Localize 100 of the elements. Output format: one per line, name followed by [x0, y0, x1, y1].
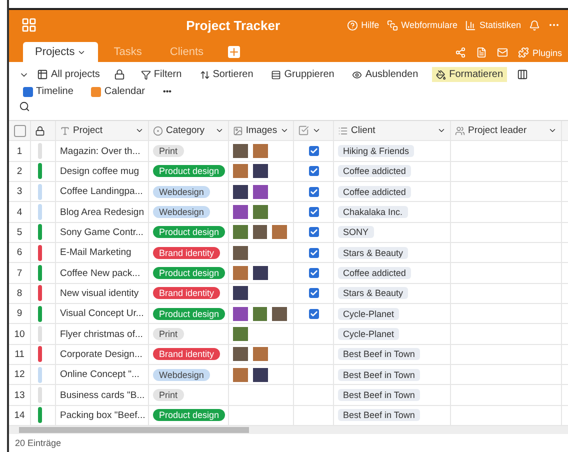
row-number: 12 [14, 369, 25, 380]
app-title: Project Tracker [185, 18, 282, 32]
lock-icon[interactable] [114, 69, 125, 80]
row-number: 11 [14, 348, 24, 360]
client-tag: Coffee addicted [338, 186, 411, 198]
circle-icon [153, 126, 163, 136]
checkbox[interactable] [308, 227, 318, 238]
client-tag: Stars & Beauty [338, 246, 408, 259]
photo-placeholder[interactable] [233, 286, 248, 300]
photo-placeholder[interactable] [233, 225, 248, 240]
columns-icon[interactable] [517, 69, 528, 80]
photo-placeholder[interactable] [233, 327, 248, 342]
toolbar-button[interactable]: Formatieren [432, 67, 508, 82]
project-name: Visual Concept Ur... [60, 308, 144, 320]
category-tag: Brand identity [153, 348, 220, 360]
sort-icon [200, 70, 210, 80]
table-tab[interactable]: Projects [23, 42, 98, 62]
photo-placeholder[interactable] [252, 306, 268, 321]
category-tag: Webdesign [153, 206, 210, 218]
table-icon [37, 69, 48, 80]
category-tag: Print [153, 389, 184, 402]
select-all-checkbox[interactable] [14, 124, 26, 137]
view-link[interactable]: Calendar [87, 84, 150, 99]
more-button[interactable]: ••• [159, 85, 176, 98]
client-tag: Best Beef in Town [338, 409, 420, 422]
puzzle-icon [518, 47, 530, 58]
photo-placeholder[interactable] [253, 184, 268, 199]
checkbox[interactable] [308, 248, 318, 258]
photo-placeholder[interactable] [253, 164, 268, 178]
row-number: 6 [16, 247, 22, 258]
users-icon [455, 126, 465, 136]
photo-placeholder[interactable] [233, 184, 248, 199]
photo-placeholder[interactable] [253, 266, 268, 280]
photo-placeholder[interactable] [233, 144, 248, 158]
mail-icon[interactable] [497, 47, 508, 58]
form-icon [387, 20, 398, 30]
project-name: New visual identity [60, 288, 139, 299]
client-tag: Coffee addicted [338, 267, 411, 280]
toolbar-button[interactable]: Gruppieren [267, 67, 338, 82]
toolbar-button[interactable]: Filtern [136, 67, 186, 82]
bar-chart-icon [465, 20, 476, 30]
category-tag: Brand identity [153, 287, 220, 300]
checkbox[interactable] [308, 166, 318, 176]
client-tag: Cycle-Planet [338, 328, 400, 340]
photo-placeholder[interactable] [253, 205, 268, 220]
client-tag: Stars & Beauty [338, 287, 408, 300]
photo-placeholder[interactable] [272, 306, 288, 321]
photo-placeholder[interactable] [233, 205, 248, 220]
add-tab-icon[interactable] [228, 46, 240, 58]
checkbox-column-icon[interactable] [298, 125, 309, 136]
record-count: 20 Einträge [14, 436, 62, 450]
checkbox[interactable] [308, 308, 318, 319]
row-number: 1 [16, 146, 22, 157]
project-name: Sony Game Contr... [60, 226, 144, 238]
share-icon[interactable] [455, 47, 466, 58]
project-name: Corporate Design... [60, 348, 142, 360]
image-icon [233, 126, 243, 136]
column-header[interactable]: Project [73, 125, 103, 136]
document-icon[interactable] [476, 47, 488, 58]
column-header[interactable]: Images [246, 125, 278, 136]
photo-placeholder[interactable] [233, 306, 248, 321]
apps-grid-icon[interactable] [21, 17, 37, 33]
column-header[interactable]: Project leader [468, 125, 527, 136]
category-tag: Product design [153, 267, 226, 280]
category-tag: Webdesign [153, 368, 210, 381]
project-name: Packing box "Beef... [60, 410, 146, 421]
photo-placeholder[interactable] [253, 368, 268, 382]
project-name: Coffee New pack... [60, 268, 140, 279]
toolbar-button[interactable]: Sortieren [196, 67, 258, 82]
toolbar-button[interactable]: Ausblenden [348, 67, 422, 82]
client-tag: Best Beef in Town [338, 389, 420, 402]
column-header[interactable]: Client [351, 125, 376, 136]
search-icon[interactable] [19, 101, 30, 112]
horizontal-scrollbar[interactable] [9, 426, 568, 434]
photo-placeholder[interactable] [233, 246, 248, 260]
row-number: 4 [16, 206, 22, 218]
photo-placeholder[interactable] [252, 225, 268, 240]
category-tag: Product design [153, 165, 226, 178]
paint-bucket-icon [436, 70, 446, 80]
client-tag: Cycle-Planet [338, 308, 400, 320]
category-tag: Product design [153, 308, 226, 320]
category-tag: Webdesign [153, 186, 210, 198]
row-number: 7 [16, 268, 22, 279]
row-number: 2 [16, 166, 22, 177]
checkbox[interactable] [308, 288, 318, 298]
eye-icon [352, 70, 362, 80]
category-tag: Product design [153, 409, 226, 422]
checkbox[interactable] [308, 146, 318, 156]
client-tag: Best Beef in Town [338, 348, 420, 360]
column-header[interactable]: Category [166, 125, 205, 136]
checkbox[interactable] [308, 207, 318, 218]
bell-icon[interactable] [529, 20, 540, 30]
list-icon [338, 126, 348, 136]
checkbox[interactable] [308, 268, 318, 278]
photo-placeholder[interactable] [233, 347, 248, 362]
view-selector[interactable]: All projects [33, 67, 104, 82]
row-number: 14 [14, 410, 25, 421]
view-link[interactable]: Timeline [19, 84, 78, 99]
client-tag: Best Beef in Town [338, 368, 420, 381]
checkbox[interactable] [308, 186, 318, 197]
